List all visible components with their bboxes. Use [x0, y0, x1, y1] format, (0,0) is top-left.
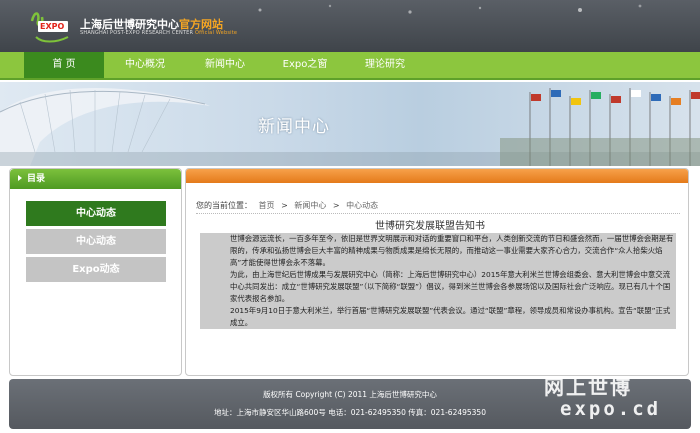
article-title: 世博研究发展联盟告知书 — [375, 221, 485, 232]
nav-item-expo-window[interactable]: Expo之窗 — [270, 52, 340, 78]
sidebar-item-expo-news[interactable]: Expo动态 — [26, 257, 166, 282]
site-header: EXPO 上海后世博研究中心官方网站 SHANGHAI POST-EXPO RE… — [0, 0, 700, 52]
breadcrumb-separator: > — [332, 201, 340, 210]
breadcrumb-center-news[interactable]: 中心动态 — [346, 201, 378, 210]
site-name-en-suffix: Official Website — [195, 30, 238, 36]
banner-title: 新闻中心 — [258, 117, 330, 137]
breadcrumb-prefix: 您的当前位置： — [196, 201, 252, 210]
content-header-bar — [186, 169, 688, 183]
sidebar-heading-label: 目录 — [27, 174, 46, 184]
breadcrumb-separator: > — [281, 201, 288, 210]
banner-image — [0, 88, 700, 166]
nav-item-about[interactable]: 中心概况 — [110, 52, 180, 78]
main-content: 您的当前位置： 首页 > 新闻中心 > 中心动态 世博研究发展联盟告知书 世博会… — [185, 168, 689, 376]
article-paragraph: 2015年9月10日于意大利米兰，举行首届“世博研究发展联盟”代表会议。通过“联… — [200, 305, 676, 329]
site-name-en: SHANGHAI POST-EXPO RESEARCH CENTER Offic… — [80, 30, 237, 36]
sidebar: 目录 中心动态 中心动态 Expo动态 — [9, 168, 182, 376]
divider — [196, 213, 680, 214]
article-body: 世博会源远流长，一百多年至今，依旧是世界文明展示和对话的重要窗口和平台，人类创新… — [200, 233, 676, 329]
watermark-text: 网上世博 — [544, 375, 632, 399]
nav-item-news[interactable]: 新闻中心 — [190, 52, 260, 78]
main-nav: 首 页 中心概况 新闻中心 Expo之窗 理论研究 — [0, 52, 700, 80]
sidebar-item-center-news-2[interactable]: 中心动态 — [26, 229, 166, 254]
breadcrumb-news[interactable]: 新闻中心 — [294, 201, 326, 210]
logo-text: EXPO — [40, 22, 65, 31]
article-paragraph: 为此，由上海世纪后世博成果与发展研究中心（简称：上海后世博研究中心）2015年意… — [200, 269, 676, 305]
banner: 新闻中心 — [0, 82, 700, 166]
triangle-icon — [18, 175, 22, 181]
breadcrumb: 您的当前位置： 首页 > 新闻中心 > 中心动态 — [196, 200, 382, 211]
site-name-en-text: SHANGHAI POST-EXPO RESEARCH CENTER — [80, 30, 194, 36]
sidebar-heading: 目录 — [10, 169, 181, 189]
watermark-url: expo.cd — [560, 398, 662, 420]
nav-item-research[interactable]: 理论研究 — [350, 52, 420, 78]
nav-item-home[interactable]: 首 页 — [24, 52, 104, 78]
article-paragraph: 世博会源远流长，一百多年至今，依旧是世界文明展示和对话的重要窗口和平台，人类创新… — [200, 233, 676, 269]
sidebar-item-center-news[interactable]: 中心动态 — [26, 201, 166, 226]
breadcrumb-home[interactable]: 首页 — [259, 201, 275, 210]
